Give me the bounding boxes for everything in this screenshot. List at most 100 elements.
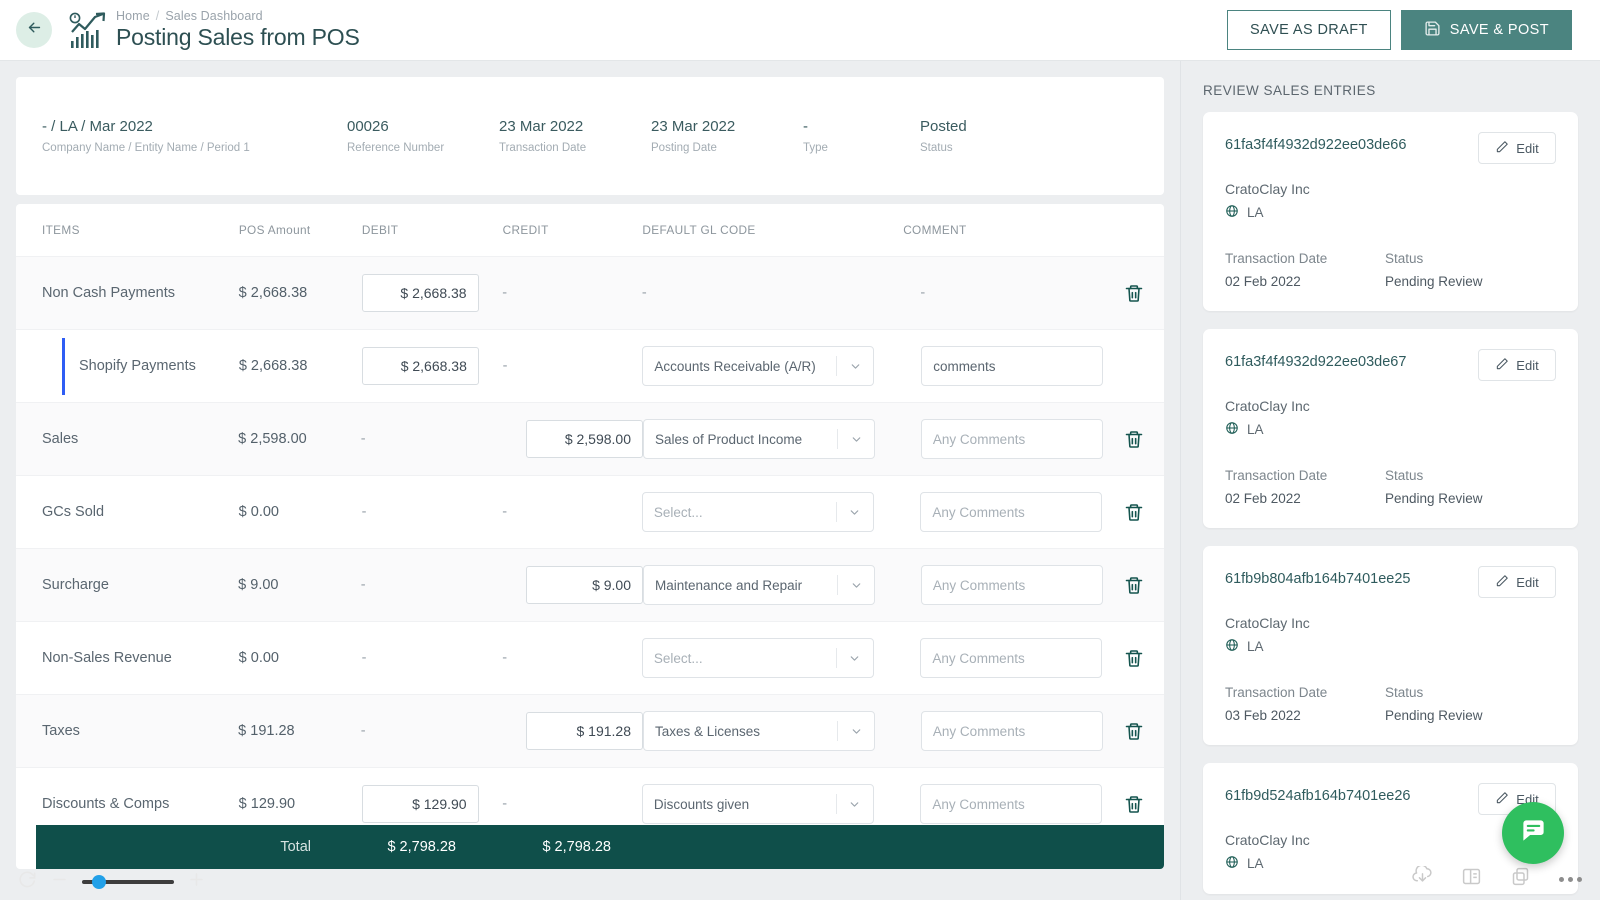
delete-row-button[interactable] [1104, 429, 1164, 450]
globe-icon [1225, 204, 1239, 221]
card-status-value: Pending Review [1385, 491, 1483, 506]
comment-input[interactable]: Any Comments [920, 492, 1103, 532]
debit-input[interactable]: $ 129.90 [361, 785, 479, 823]
row-pos-amount: $ 2,668.38 [238, 358, 308, 374]
meta-reference: 00026 Reference Number [347, 118, 499, 154]
review-entry-card[interactable]: 61fa3f4f4932d922ee03de66 Edit CratoClay In… [1203, 112, 1578, 311]
debit-empty: - [360, 723, 366, 739]
table-row: Surcharge $ 9.00 - $ 9.00 Maintenance and Re… [16, 548, 1164, 621]
card-org-name: CratoClay Inc [1225, 181, 1310, 197]
card-edit-label: Edit [1516, 140, 1539, 156]
gl-code-empty: - [641, 285, 647, 301]
save-as-draft-button[interactable]: SAVE AS DRAFT [1227, 10, 1391, 50]
card-transaction-date-value: 02 Feb 2022 [1225, 274, 1301, 289]
delete-row-button[interactable] [1104, 283, 1164, 304]
comment-empty: - [920, 285, 926, 301]
meta-type-label: Type [803, 142, 828, 154]
meta-company-label: Company Name / Entity Name / Period 1 [42, 142, 250, 154]
delete-row-button[interactable] [1104, 575, 1164, 596]
totals-bar: Total $ 2,798.28 $ 2,798.28 [36, 825, 1164, 869]
row-item-name: Shopify Payments [79, 358, 196, 374]
pencil-icon [1495, 140, 1509, 157]
gl-code-select[interactable]: Select... [641, 638, 874, 678]
card-edit-label: Edit [1516, 357, 1539, 373]
zoom-control [18, 870, 206, 894]
zoom-slider-knob[interactable] [92, 875, 106, 889]
refresh-icon[interactable] [18, 870, 37, 894]
card-location: LA [1247, 205, 1264, 220]
zoom-slider[interactable] [82, 875, 174, 889]
chevron-down-icon[interactable] [837, 360, 873, 373]
debit-empty: - [361, 650, 367, 666]
breadcrumb-home[interactable]: Home [116, 9, 150, 23]
pencil-icon [1495, 357, 1509, 374]
chevron-down-icon[interactable] [837, 652, 873, 665]
review-entry-card[interactable]: 61fb9b804afb164b7401ee25 Edit CratoClay In… [1203, 546, 1578, 745]
comment-input[interactable]: Any Comments [920, 711, 1103, 751]
debit-input[interactable]: $ 2,668.38 [361, 274, 479, 312]
delete-row-button[interactable] [1104, 794, 1164, 815]
review-entry-card[interactable]: 61fa3f4f4932d922ee03de67 Edit CratoClay In… [1203, 329, 1578, 528]
chevron-down-icon[interactable] [838, 579, 874, 592]
card-transaction-date-label: Transaction Date [1225, 251, 1328, 266]
card-status-value: Pending Review [1385, 274, 1483, 289]
debit-input[interactable]: $ 2,668.38 [361, 347, 479, 385]
delete-row-button[interactable] [1104, 648, 1164, 669]
chevron-down-icon[interactable] [838, 433, 874, 446]
back-button[interactable] [16, 12, 52, 48]
comment-input[interactable]: Any Comments [920, 784, 1103, 824]
credit-input[interactable]: $ 2,598.00 [526, 420, 643, 458]
gl-code-select[interactable]: Taxes & Licenses [643, 711, 875, 751]
gl-code-select[interactable]: Discounts given [641, 784, 874, 824]
meta-transaction-date-value: 23 Mar 2022 [499, 118, 584, 135]
comment-input[interactable]: Any Comments [920, 565, 1103, 605]
globe-icon [1225, 855, 1239, 872]
card-edit-button[interactable]: Edit [1478, 132, 1556, 164]
meta-posting-date-label: Posting Date [651, 142, 717, 154]
review-card-list: 61fa3f4f4932d922ee03de66 Edit CratoClay In… [1181, 112, 1600, 894]
comment-input[interactable]: Any Comments [920, 638, 1103, 678]
table-body: Non Cash Payments $ 2,668.38 $ 2,668.38 - - -… [16, 256, 1164, 840]
minus-icon[interactable] [50, 870, 69, 894]
comment-input[interactable]: Any Comments [920, 419, 1103, 459]
credit-input[interactable]: $ 9.00 [526, 566, 643, 604]
globe-icon [1225, 421, 1239, 438]
gl-code-select[interactable]: Sales of Product Income [643, 419, 875, 459]
credit-empty: - [502, 504, 508, 520]
column-header-gl-code: DEFAULT GL CODE [642, 223, 756, 237]
chat-button[interactable] [1502, 802, 1564, 864]
delete-row-button[interactable] [1104, 721, 1164, 742]
download-cloud-icon[interactable] [1412, 864, 1433, 892]
breadcrumb-separator: / [155, 9, 160, 23]
review-panel-title: REVIEW SALES ENTRIES [1203, 83, 1376, 98]
top-app-bar: Home / Sales Dashboard Posting Sales fro… [0, 0, 1600, 61]
breadcrumb: Home / Sales Dashboard [116, 9, 360, 23]
plus-icon[interactable] [187, 870, 206, 894]
gl-code-select[interactable]: Select... [641, 492, 874, 532]
meta-status: Posted Status [920, 118, 1090, 154]
credit-input[interactable]: $ 191.28 [526, 712, 643, 750]
card-edit-button[interactable]: Edit [1478, 566, 1556, 598]
chevron-down-icon[interactable] [838, 725, 874, 738]
save-and-post-button[interactable]: SAVE & POST [1400, 10, 1572, 50]
breadcrumb-sales-dashboard[interactable]: Sales Dashboard [165, 9, 262, 23]
gl-code-select[interactable]: Maintenance and Repair [643, 565, 875, 605]
credit-empty: - [502, 358, 508, 374]
comment-input[interactable]: comments [921, 346, 1104, 386]
pencil-icon [1495, 574, 1509, 591]
chevron-down-icon[interactable] [837, 506, 873, 519]
card-edit-button[interactable]: Edit [1478, 349, 1556, 381]
table-row: Shopify Payments $ 2,668.38 $ 2,668.38 - Acc… [16, 329, 1164, 402]
gl-code-select[interactable]: Accounts Receivable (A/R) [642, 346, 875, 386]
total-label: Total [280, 839, 311, 855]
gl-code-value: Select... [653, 650, 703, 666]
card-transaction-date-label: Transaction Date [1225, 468, 1328, 483]
panel-layout-icon[interactable] [1461, 866, 1482, 892]
chevron-down-icon[interactable] [837, 798, 873, 811]
card-location: LA [1247, 422, 1264, 437]
growth-chart-icon [68, 11, 110, 51]
more-dots-icon[interactable] [1559, 876, 1582, 882]
card-entry-id: 61fa3f4f4932d922ee03de66 [1225, 137, 1407, 153]
delete-row-button[interactable] [1104, 502, 1164, 523]
copy-icon[interactable] [1510, 866, 1531, 892]
